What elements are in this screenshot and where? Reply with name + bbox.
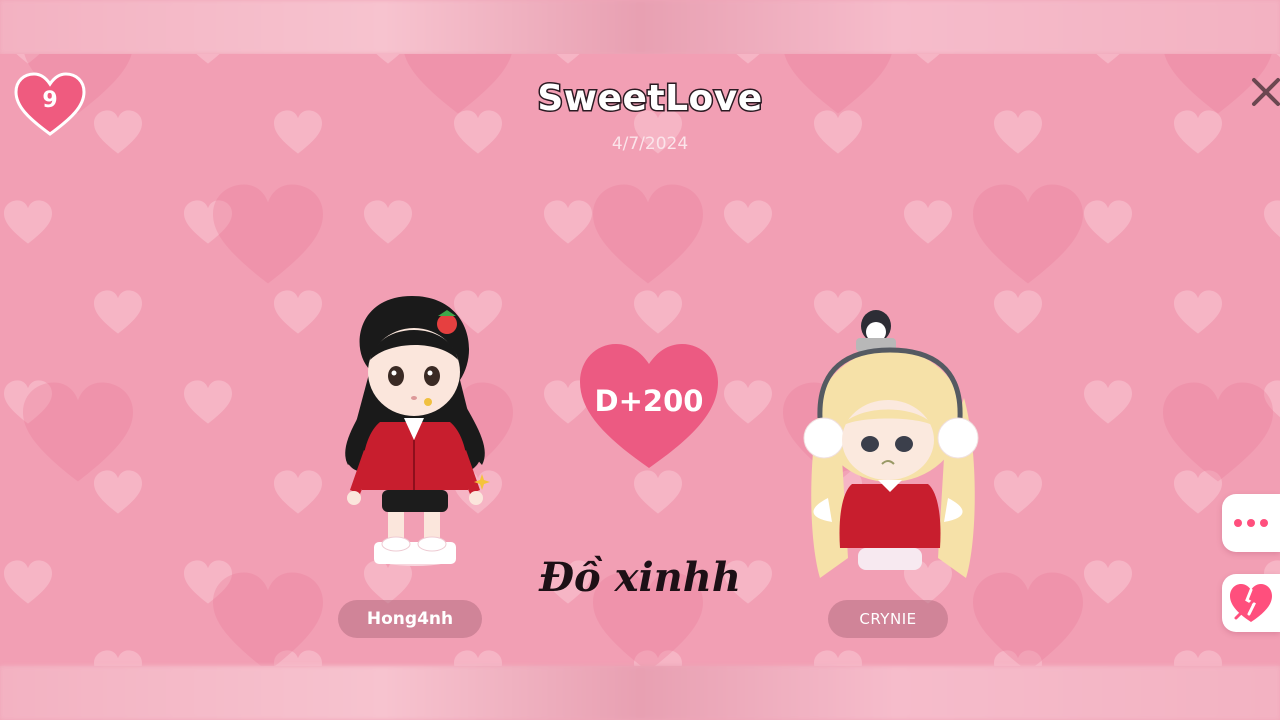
anniversary-date: 4/7/2024: [611, 134, 689, 154]
decor-heart: [274, 290, 322, 334]
decor-heart: [1174, 650, 1222, 666]
partner-name-right[interactable]: CRYNIE: [828, 600, 948, 638]
decor-heart: [904, 200, 952, 244]
decor-heart: [94, 290, 142, 334]
decor-heart: [1264, 200, 1280, 238]
relationship-level-badge[interactable]: 9: [14, 72, 86, 138]
decor-heart: [1174, 110, 1222, 154]
decor-heart: [724, 380, 772, 424]
decor-heart: [1084, 380, 1132, 424]
decor-heart: [94, 110, 142, 154]
decor-heart: [724, 200, 772, 244]
decor-heart: [213, 184, 323, 284]
decor-heart: [736, 54, 760, 64]
decor-heart: [1084, 560, 1132, 604]
close-icon[interactable]: [1248, 74, 1280, 108]
decor-heart: [994, 290, 1042, 334]
decor-heart: [973, 184, 1083, 284]
decor-heart: [994, 110, 1042, 154]
more-options-button[interactable]: [1222, 494, 1280, 552]
decor-heart: [544, 200, 592, 244]
page-title: SweetLove: [536, 77, 764, 121]
anniversary-counter: D+200: [578, 342, 720, 470]
decor-heart: [94, 470, 142, 514]
avatar-left[interactable]: [330, 290, 500, 570]
decor-heart: [274, 470, 322, 514]
decor-heart: [1174, 290, 1222, 334]
level-number: 9: [42, 88, 58, 113]
decor-heart: [184, 380, 232, 424]
broken-heart-icon: [1230, 584, 1272, 622]
avatar-right[interactable]: [798, 308, 988, 598]
blurred-top-band: [0, 0, 1280, 54]
decor-heart: [1084, 200, 1132, 244]
decor-heart: [593, 184, 703, 284]
days-together: D+200: [594, 384, 704, 418]
decor-heart: [973, 572, 1083, 666]
decor-heart: [4, 560, 52, 604]
partner-name-left[interactable]: Hong4nh: [338, 600, 482, 638]
decor-heart: [1163, 382, 1273, 482]
decor-heart: [274, 110, 322, 154]
decor-heart: [454, 650, 502, 666]
decor-heart: [196, 54, 220, 64]
decor-heart: [994, 470, 1042, 514]
decor-heart: [23, 382, 133, 482]
decor-heart: [556, 54, 580, 64]
more-dots-icon: [1234, 519, 1268, 527]
break-up-button[interactable]: [1222, 574, 1280, 632]
couple-profile-panel: 9 SweetLove 4/7/2024 D+200 Đồ xinhh Hong…: [0, 54, 1280, 666]
decor-heart: [1096, 54, 1120, 64]
decor-heart: [916, 54, 940, 64]
decor-heart: [634, 290, 682, 334]
decor-heart: [4, 200, 52, 244]
decor-heart: [634, 470, 682, 514]
decor-heart: [814, 650, 862, 666]
decor-heart: [364, 200, 412, 244]
blurred-bottom-band: [0, 666, 1280, 720]
caption-text: Đồ xinhh: [539, 554, 741, 601]
decor-heart: [94, 650, 142, 666]
